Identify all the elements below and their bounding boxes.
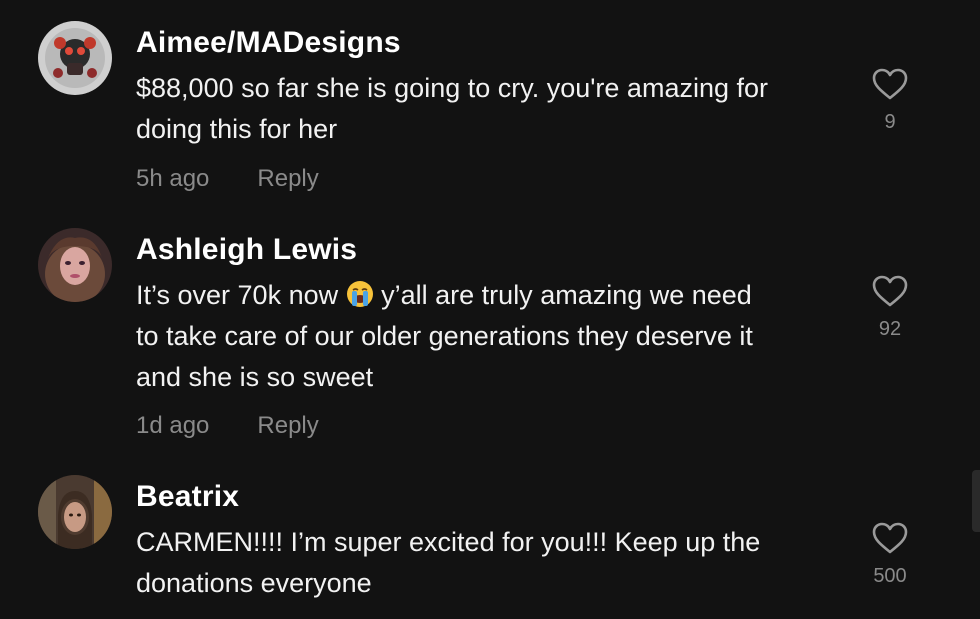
heart-icon[interactable] [872,275,908,308]
avatar[interactable] [38,475,112,549]
reply-button[interactable]: Reply [257,412,318,439]
like-button[interactable]: 92 [864,275,916,341]
comment-text-line: CARMEN!!!! I’m super excited for you!!! … [136,527,761,557]
comment-text-part: It’s over 70k now [136,280,339,310]
comment-text-line: $88,000 so far she is going to cry. you'… [136,73,768,103]
comment-text: $88,000 so far she is going to cry. you'… [136,68,836,150]
comment-text-line: doing this for her [136,114,338,144]
comment-text-line: and she is so sweet [136,362,374,392]
comment-meta: 5h ago Reply [136,165,319,193]
comment-username[interactable]: Ashleigh Lewis [136,233,357,267]
like-count: 9 [884,111,896,133]
heart-icon[interactable] [872,522,908,555]
comment-text-line: donations everyone [136,568,372,598]
comment-text: CARMEN!!!! I’m super excited for you!!! … [136,522,836,604]
like-count: 500 [873,565,907,587]
heart-icon[interactable] [872,68,908,101]
comment-time: 5h ago [136,165,210,192]
comment-text-line: It’s over 70k now y’all are truly amazin… [136,275,836,316]
scrollbar[interactable] [972,470,980,532]
comment-username[interactable]: Aimee/MADesigns [136,26,401,60]
like-button[interactable]: 500 [864,522,916,588]
avatar[interactable] [38,21,112,95]
loudly-crying-face-icon [346,281,373,307]
comment-text-part: y’all are truly amazing we need [381,280,752,310]
like-button[interactable]: 9 [864,68,916,134]
reply-button[interactable]: Reply [257,165,318,192]
comment-meta: 1d ago Reply [136,412,319,440]
like-count: 92 [878,318,902,340]
avatar[interactable] [38,228,112,302]
comment-time: 1d ago [136,412,210,439]
comment-username[interactable]: Beatrix [136,480,239,514]
comment-text: It’s over 70k now y’all are truly amazin… [136,275,836,398]
comment-text-line: to take care of our older generations th… [136,321,753,351]
